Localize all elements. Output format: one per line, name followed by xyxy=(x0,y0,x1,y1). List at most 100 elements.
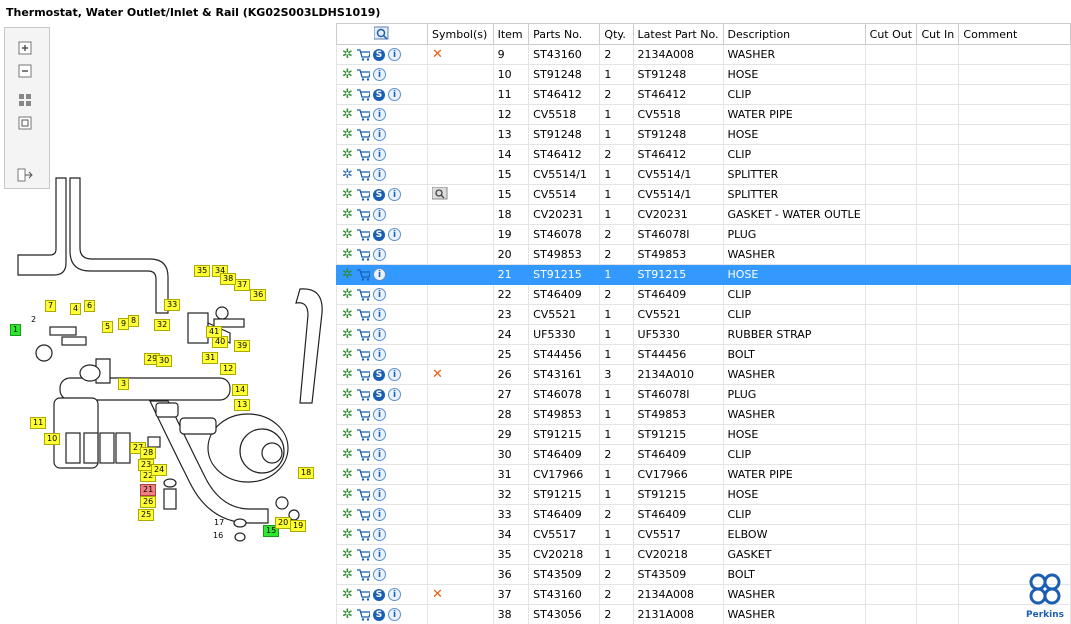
gear-icon[interactable]: ✲ xyxy=(341,87,354,102)
gear-icon[interactable]: ✲ xyxy=(341,567,354,582)
actual-size-icon[interactable] xyxy=(15,113,35,133)
cart-icon[interactable] xyxy=(357,328,370,341)
cart-icon[interactable] xyxy=(357,388,370,401)
info-icon[interactable]: i xyxy=(373,528,386,541)
callout-6[interactable]: 6 xyxy=(84,300,96,312)
gear-icon[interactable]: ✲ xyxy=(341,607,354,622)
callout-16[interactable]: 16 xyxy=(210,530,226,542)
callout-31[interactable]: 31 xyxy=(202,352,219,364)
cart-icon[interactable] xyxy=(357,528,370,541)
table-row[interactable]: ✲ Si ✕ 26 ST43161 3 2134A010 WASHER xyxy=(336,364,1071,385)
callout-8[interactable]: 8 xyxy=(128,315,140,327)
zoom-in-icon[interactable] xyxy=(15,38,35,58)
callout-5[interactable]: 5 xyxy=(102,321,114,333)
table-row[interactable]: ✲ Si 19 ST46078 2 ST46078I PLUG xyxy=(336,224,1071,245)
column-header-parts-no[interactable]: Parts No. xyxy=(528,23,601,45)
gears-icon[interactable]: ✲ xyxy=(341,167,354,182)
supersession-icon[interactable]: S xyxy=(373,388,385,401)
info-icon[interactable]: i xyxy=(373,148,386,161)
info-icon[interactable]: i xyxy=(373,248,386,261)
info-icon[interactable]: i xyxy=(388,48,401,61)
export-icon[interactable] xyxy=(15,165,35,185)
gear-icon[interactable]: ✲ xyxy=(341,467,354,482)
supersession-icon[interactable]: S xyxy=(373,188,385,201)
callout-4[interactable]: 4 xyxy=(70,303,82,315)
cart-icon[interactable] xyxy=(357,148,370,161)
zoom-out-icon[interactable] xyxy=(15,61,35,81)
gear-icon[interactable]: ✲ xyxy=(341,47,354,62)
view-detail-icon[interactable] xyxy=(431,186,448,203)
table-row[interactable]: ✲ i 25 ST44456 1 ST44456 BOLT xyxy=(336,344,1071,365)
search-icon[interactable] xyxy=(373,26,390,43)
callout-41[interactable]: 41 xyxy=(206,326,223,338)
gear-icon[interactable]: ✲ xyxy=(341,487,354,502)
cart-icon[interactable] xyxy=(357,168,370,181)
column-header-cut-in[interactable]: Cut In xyxy=(916,23,960,45)
callout-9[interactable]: 9 xyxy=(118,318,130,330)
info-icon[interactable]: i xyxy=(373,508,386,521)
table-row[interactable]: ✲ i 20 ST49853 2 ST49853 WASHER xyxy=(336,244,1071,265)
info-icon[interactable]: i xyxy=(373,568,386,581)
gear-icon[interactable]: ✲ xyxy=(341,427,354,442)
callout-12[interactable]: 12 xyxy=(220,363,237,375)
gear-icon[interactable]: ✲ xyxy=(341,267,354,282)
cart-icon[interactable] xyxy=(357,448,370,461)
callout-36[interactable]: 36 xyxy=(250,289,267,301)
table-row[interactable]: ✲ i 33 ST46409 2 ST46409 CLIP xyxy=(336,504,1071,525)
gear-icon[interactable]: ✲ xyxy=(341,227,354,242)
info-icon[interactable]: i xyxy=(388,608,401,621)
info-icon[interactable]: i xyxy=(373,408,386,421)
callout-35[interactable]: 35 xyxy=(194,265,211,277)
callout-18[interactable]: 18 xyxy=(298,467,315,479)
callout-17[interactable]: 17 xyxy=(211,517,227,529)
info-icon[interactable]: i xyxy=(373,168,386,181)
cart-icon[interactable] xyxy=(357,508,370,521)
callout-10[interactable]: 10 xyxy=(44,433,61,445)
table-row[interactable]: ✲ i 12 CV5518 1 CV5518 WATER PIPE xyxy=(336,104,1071,125)
callout-20[interactable]: 20 xyxy=(275,517,292,529)
gear-icon[interactable]: ✲ xyxy=(341,387,354,402)
cart-icon[interactable] xyxy=(357,308,370,321)
table-row[interactable]: ✲ Si 38 ST43056 2 2131A008 WASHER xyxy=(336,604,1071,624)
info-icon[interactable]: i xyxy=(373,308,386,321)
table-row[interactable]: ✲ i 34 CV5517 1 CV5517 ELBOW xyxy=(336,524,1071,545)
supersession-icon[interactable]: S xyxy=(373,588,385,601)
info-icon[interactable]: i xyxy=(388,368,401,381)
info-icon[interactable]: i xyxy=(373,108,386,121)
info-icon[interactable]: i xyxy=(373,348,386,361)
gear-icon[interactable]: ✲ xyxy=(341,527,354,542)
gear-icon[interactable]: ✲ xyxy=(341,327,354,342)
cart-icon[interactable] xyxy=(357,248,370,261)
info-icon[interactable]: i xyxy=(388,188,401,201)
supersession-icon[interactable]: S xyxy=(373,48,385,61)
cart-icon[interactable] xyxy=(357,108,370,121)
table-row[interactable]: ✲ i 18 CV20231 1 CV20231 GASKET - WATER OUTLE xyxy=(336,204,1071,225)
callout-24[interactable]: 24 xyxy=(151,464,168,476)
column-header-description[interactable]: Description xyxy=(722,23,866,45)
cart-icon[interactable] xyxy=(357,568,370,581)
info-icon[interactable]: i xyxy=(373,328,386,341)
callout-7[interactable]: 7 xyxy=(45,300,57,312)
table-row[interactable]: ✲ Si 27 ST46078 1 ST46078I PLUG xyxy=(336,384,1071,405)
gear-icon[interactable]: ✲ xyxy=(341,587,354,602)
callout-19[interactable]: 19 xyxy=(290,520,307,532)
table-row[interactable]: ✲ i 31 CV17966 1 CV17966 WATER PIPE xyxy=(336,464,1071,485)
table-row[interactable]: ✲ i 29 ST91215 1 ST91215 HOSE xyxy=(336,424,1071,445)
info-icon[interactable]: i xyxy=(388,588,401,601)
info-icon[interactable]: i xyxy=(373,548,386,561)
info-icon[interactable]: i xyxy=(373,448,386,461)
table-row[interactable]: ✲ i 32 ST91215 1 ST91215 HOSE xyxy=(336,484,1071,505)
column-header-latest-part-no[interactable]: Latest Part No. xyxy=(632,23,724,45)
table-row[interactable]: ✲ i 30 ST46409 2 ST46409 CLIP xyxy=(336,444,1071,465)
cart-icon[interactable] xyxy=(357,428,370,441)
cart-icon[interactable] xyxy=(357,88,370,101)
column-header-cut-out[interactable]: Cut Out xyxy=(864,23,918,45)
cart-icon[interactable] xyxy=(357,408,370,421)
callout-28[interactable]: 28 xyxy=(140,447,157,459)
info-icon[interactable]: i xyxy=(388,88,401,101)
gear-icon[interactable]: ✲ xyxy=(341,187,354,202)
table-row[interactable]: ✲ i 22 ST46409 2 ST46409 CLIP xyxy=(336,284,1071,305)
callout-25[interactable]: 25 xyxy=(138,509,155,521)
info-icon[interactable]: i xyxy=(373,468,386,481)
callout-21[interactable]: 21 xyxy=(140,484,157,496)
